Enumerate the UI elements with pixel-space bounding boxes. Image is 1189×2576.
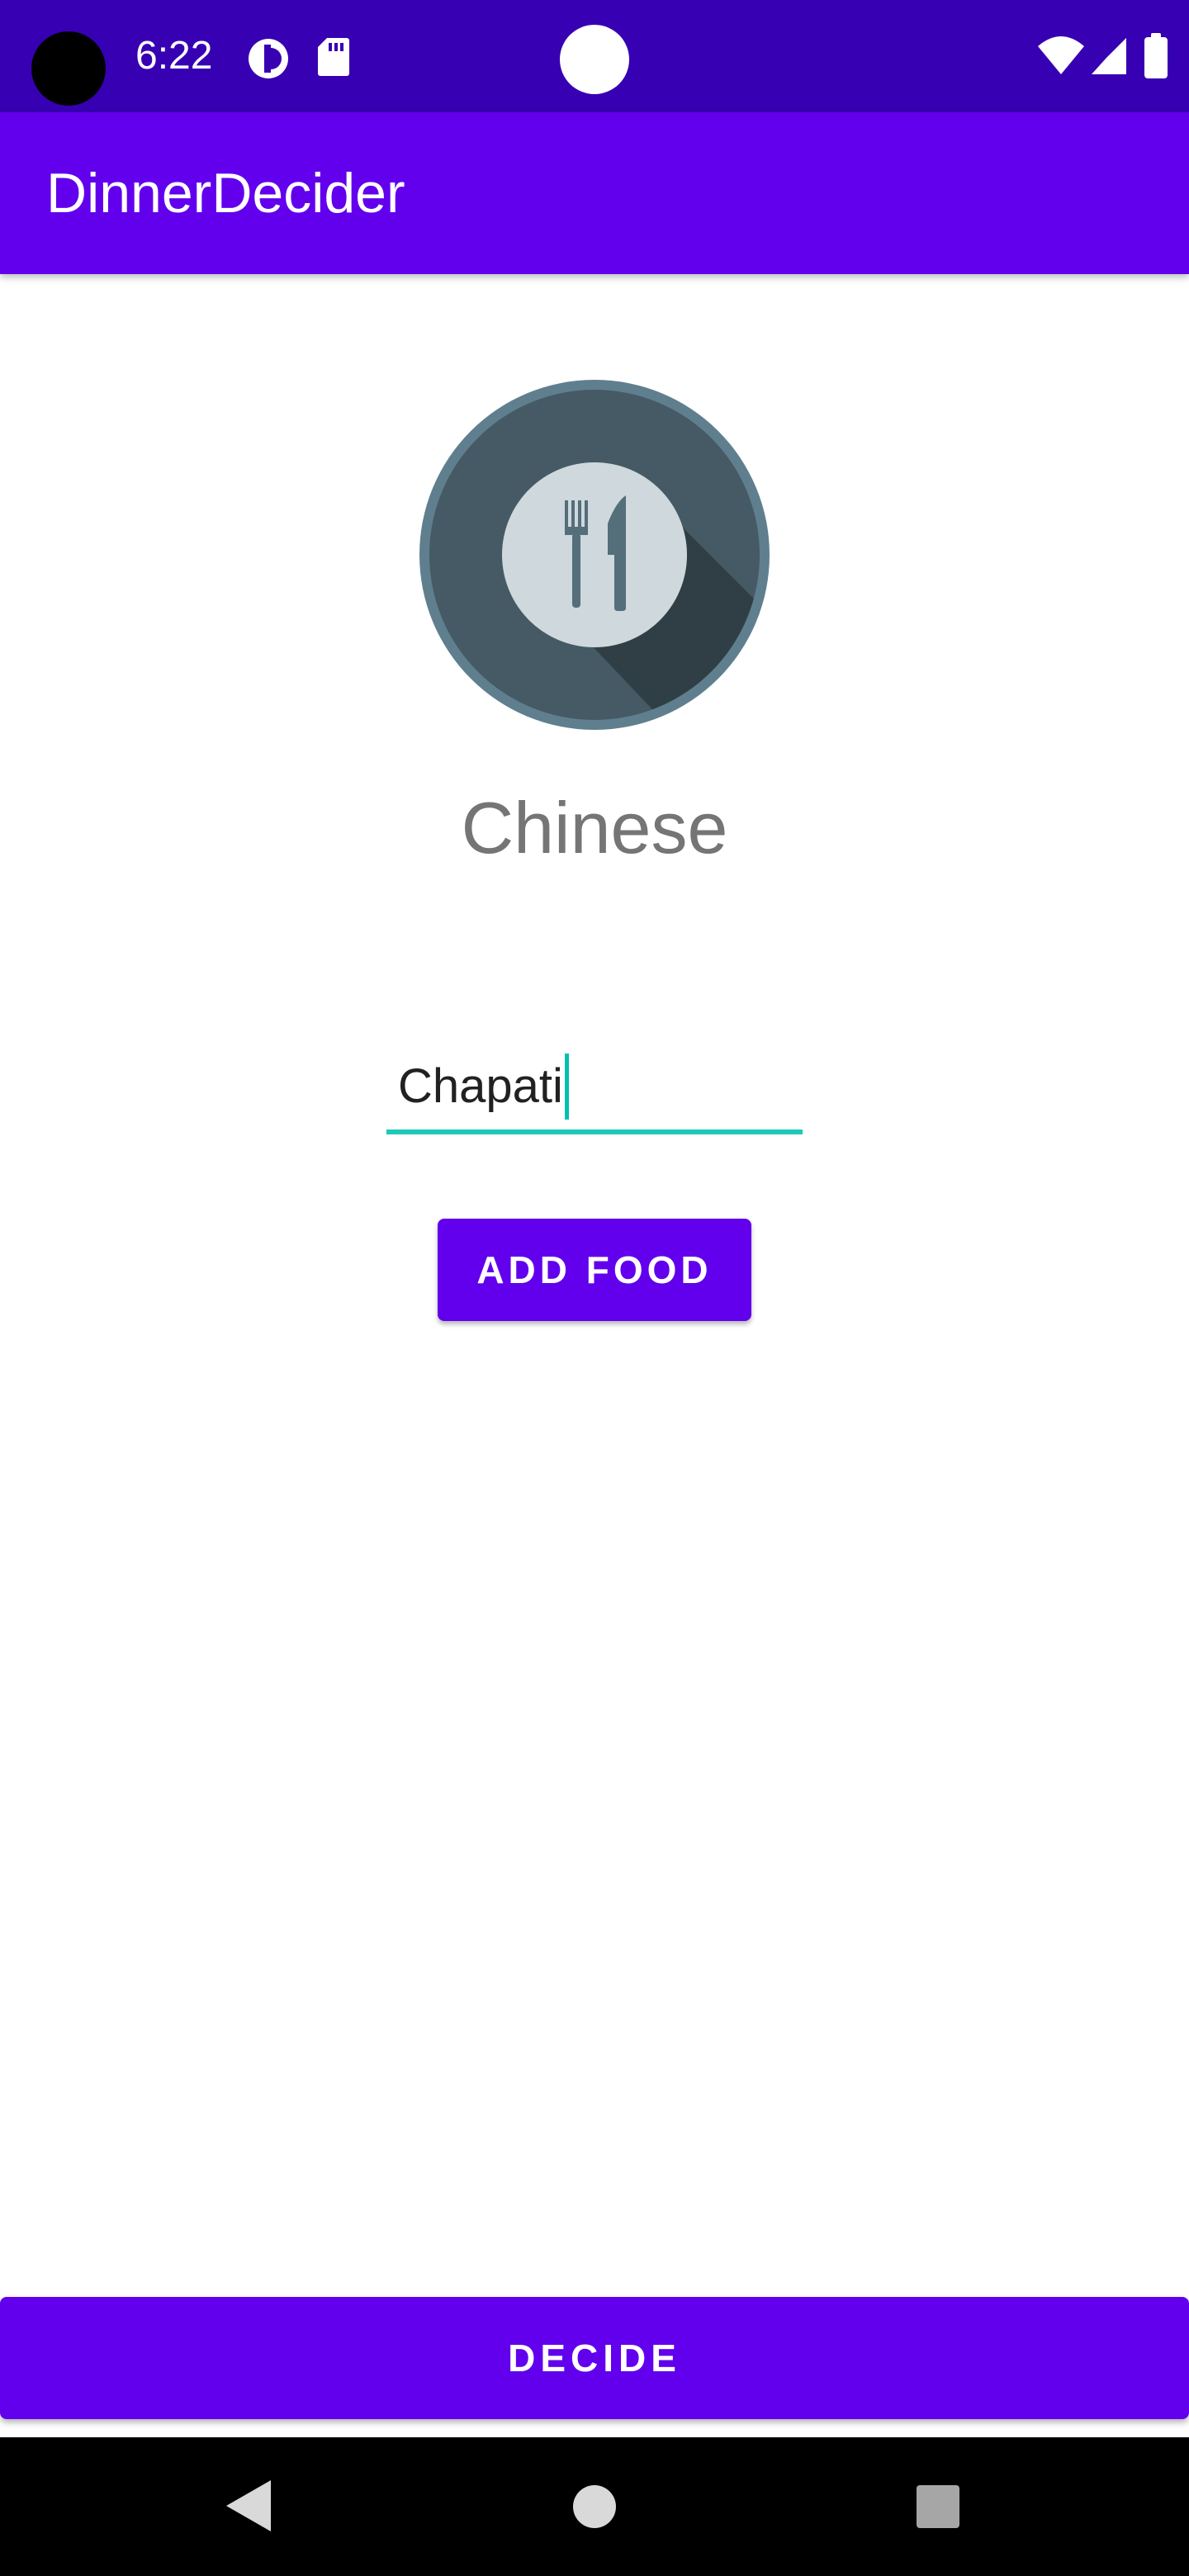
- add-food-input-value: Chapati: [398, 1059, 563, 1113]
- wifi-icon: [1038, 36, 1084, 74]
- navigation-bar: [0, 2437, 1189, 2576]
- back-icon[interactable]: [221, 2477, 274, 2535]
- app-title: DinnerDecider: [46, 162, 405, 225]
- restaurant-icon: [419, 380, 770, 730]
- decide-button[interactable]: DECIDE: [0, 2297, 1189, 2419]
- cellular-signal-icon: [1092, 38, 1126, 74]
- input-underline: [386, 1129, 803, 1134]
- status-time: 6:22: [135, 34, 213, 78]
- status-bar: 6:22: [0, 0, 1189, 112]
- text-cursor: [564, 1054, 569, 1120]
- data-saver-icon: [249, 39, 288, 78]
- recents-icon[interactable]: [915, 2484, 961, 2530]
- home-icon[interactable]: [571, 2484, 618, 2530]
- front-sensor: [560, 25, 629, 94]
- app-bar: DinnerDecider: [0, 112, 1189, 274]
- battery-icon: [1144, 33, 1168, 78]
- add-food-button[interactable]: ADD FOOD: [438, 1219, 751, 1321]
- add-food-input[interactable]: Chapati: [386, 1042, 803, 1134]
- selected-food-text: Chinese: [461, 787, 728, 869]
- sd-card-icon: [318, 38, 349, 76]
- camera-hole: [31, 31, 106, 106]
